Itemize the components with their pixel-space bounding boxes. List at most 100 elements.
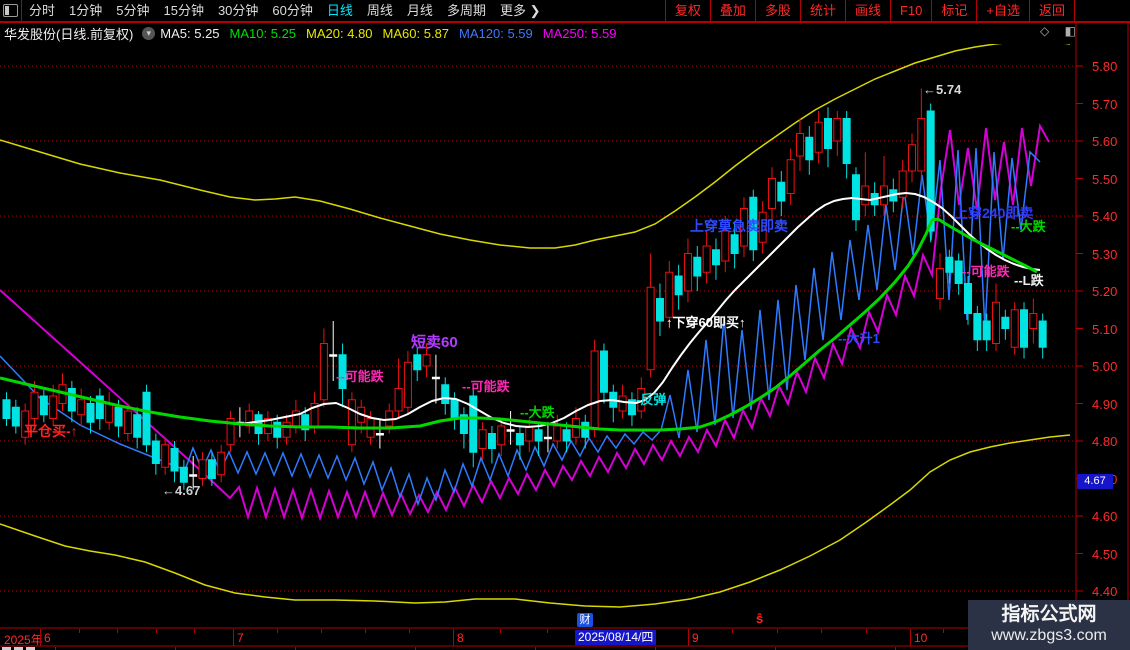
candle bbox=[413, 354, 422, 371]
candle bbox=[394, 388, 403, 412]
candle bbox=[618, 395, 627, 412]
candle bbox=[39, 395, 48, 416]
signal-annotation: --大跌 bbox=[520, 405, 555, 420]
candle bbox=[1020, 309, 1029, 348]
toolbar-button-统计[interactable]: 统计 bbox=[799, 0, 845, 21]
ma-label: MA60: 5.87 bbox=[382, 25, 450, 41]
tab-60分钟[interactable]: 60分钟 bbox=[265, 0, 319, 21]
candle bbox=[646, 286, 655, 371]
candle bbox=[291, 410, 300, 427]
candle bbox=[506, 429, 515, 432]
ma-label: MA10: 5.25 bbox=[229, 25, 297, 41]
signal-annotation: 短卖60 bbox=[411, 334, 458, 351]
candle bbox=[534, 429, 543, 442]
axis-price-label: 5.20 bbox=[1092, 284, 1118, 299]
tab-更多 ❯[interactable]: 更多 ❯ bbox=[493, 0, 548, 21]
candle bbox=[581, 421, 590, 438]
candle bbox=[823, 118, 832, 149]
timeline-month-label: 8 bbox=[457, 631, 464, 645]
dividend-marker[interactable]: ŝ bbox=[756, 611, 763, 626]
axis-price-label: 5.80 bbox=[1092, 59, 1118, 74]
signal-annotation: --L跌 bbox=[1014, 273, 1044, 288]
timeline-minor-tick bbox=[866, 629, 867, 633]
candle bbox=[86, 403, 95, 423]
signal-annotation: --大跌 bbox=[1011, 219, 1046, 234]
candle bbox=[693, 256, 702, 277]
candlestick-chart[interactable] bbox=[0, 0, 1130, 650]
candle bbox=[30, 391, 39, 419]
candle bbox=[123, 410, 132, 434]
selected-date-badge: 2025/08/14/四 bbox=[575, 630, 657, 645]
watermark-url: www.zbgs3.com bbox=[991, 627, 1107, 644]
toolbar-button-+自选[interactable]: +自选 bbox=[976, 0, 1029, 21]
chart-header: 华发股份(日线.前复权) ▾ MA5: 5.25 MA10: 5.25 MA20: … bbox=[0, 22, 1130, 44]
candle bbox=[282, 421, 291, 438]
candle bbox=[1038, 320, 1047, 348]
signal-annotation: --可能跌 bbox=[462, 379, 510, 394]
candle bbox=[217, 451, 226, 476]
toolbar-button-F10[interactable]: F10 bbox=[889, 0, 931, 21]
finance-event-marker[interactable]: 财 bbox=[577, 613, 593, 627]
candle bbox=[403, 361, 412, 408]
timeline-month-divider bbox=[453, 629, 454, 646]
window-icon-cell[interactable] bbox=[0, 0, 22, 21]
candle bbox=[786, 159, 795, 194]
toolbar-right-buttons: 复权 叠加 多股 统计 画线 F10 标记 +自选 返回 bbox=[664, 0, 1130, 21]
tab-日线[interactable]: 日线 bbox=[320, 0, 360, 21]
candle bbox=[319, 343, 328, 401]
corner-icons[interactable]: ◇ ◧ bbox=[1040, 24, 1082, 38]
toolbar-button-返回[interactable]: 返回 bbox=[1028, 0, 1075, 21]
period-toolbar: 分时 1分钟 5分钟 15分钟 30分钟 60分钟 日线 周线 月线 多周期 更多 ❯ 复权 叠加 多股… bbox=[0, 0, 1130, 23]
candle bbox=[543, 436, 552, 440]
timeline-month-divider bbox=[688, 629, 689, 646]
candle bbox=[777, 181, 786, 202]
chevron-down-icon[interactable]: ▾ bbox=[142, 26, 156, 40]
candle bbox=[114, 406, 123, 427]
period-tabs: 分时 1分钟 5分钟 15分钟 30分钟 60分钟 日线 周线 月线 多周期 更多 ❯ bbox=[22, 0, 547, 21]
candle bbox=[805, 136, 814, 161]
ma-label: MA250: 5.59 bbox=[542, 25, 617, 41]
timeline-month-divider bbox=[40, 629, 41, 646]
signal-annotation: ↑下穿60即买↑ bbox=[666, 315, 746, 330]
tab-1分钟[interactable]: 1分钟 bbox=[62, 0, 109, 21]
toolbar-button-复权[interactable]: 复权 bbox=[664, 0, 710, 21]
tab-30分钟[interactable]: 30分钟 bbox=[211, 0, 265, 21]
date-axis: 2025年 6 7 8 9 10 bbox=[0, 629, 1130, 647]
candle bbox=[273, 421, 282, 438]
candle bbox=[553, 425, 562, 442]
axis-price-label: 4.80 bbox=[1092, 434, 1118, 449]
candle bbox=[161, 444, 170, 468]
candle bbox=[945, 256, 954, 273]
timeline-minor-tick bbox=[194, 629, 195, 633]
candle bbox=[964, 283, 973, 314]
tab-多周期[interactable]: 多周期 bbox=[440, 0, 493, 21]
candle bbox=[917, 118, 926, 172]
tab-周线[interactable]: 周线 bbox=[360, 0, 400, 21]
candle bbox=[655, 298, 664, 322]
candle bbox=[814, 121, 823, 153]
toolbar-button-多股[interactable]: 多股 bbox=[754, 0, 800, 21]
tab-分时[interactable]: 分时 bbox=[22, 0, 62, 21]
signal-annotation: ←5.74 bbox=[923, 82, 962, 97]
toolbar-button-叠加[interactable]: 叠加 bbox=[709, 0, 755, 21]
tab-5分钟[interactable]: 5分钟 bbox=[109, 0, 156, 21]
candle bbox=[562, 429, 571, 442]
candle bbox=[982, 320, 991, 341]
toolbar-button-画线[interactable]: 画线 bbox=[844, 0, 890, 21]
stock-title: 华发股份(日线.前复权) bbox=[4, 26, 134, 42]
candle bbox=[329, 354, 338, 357]
candle bbox=[478, 429, 487, 449]
axis-price-label: 5.40 bbox=[1092, 209, 1118, 224]
timeline-minor-tick bbox=[500, 629, 501, 633]
candle bbox=[702, 245, 711, 273]
candle bbox=[926, 110, 935, 232]
timeline-minor-tick bbox=[821, 629, 822, 633]
toolbar-button-标记[interactable]: 标记 bbox=[931, 0, 976, 21]
tab-15分钟[interactable]: 15分钟 bbox=[156, 0, 210, 21]
candle bbox=[207, 459, 216, 479]
candle bbox=[487, 433, 496, 449]
tab-月线[interactable]: 月线 bbox=[400, 0, 440, 21]
candle bbox=[179, 466, 188, 483]
candle bbox=[842, 118, 851, 164]
candle bbox=[441, 384, 450, 404]
